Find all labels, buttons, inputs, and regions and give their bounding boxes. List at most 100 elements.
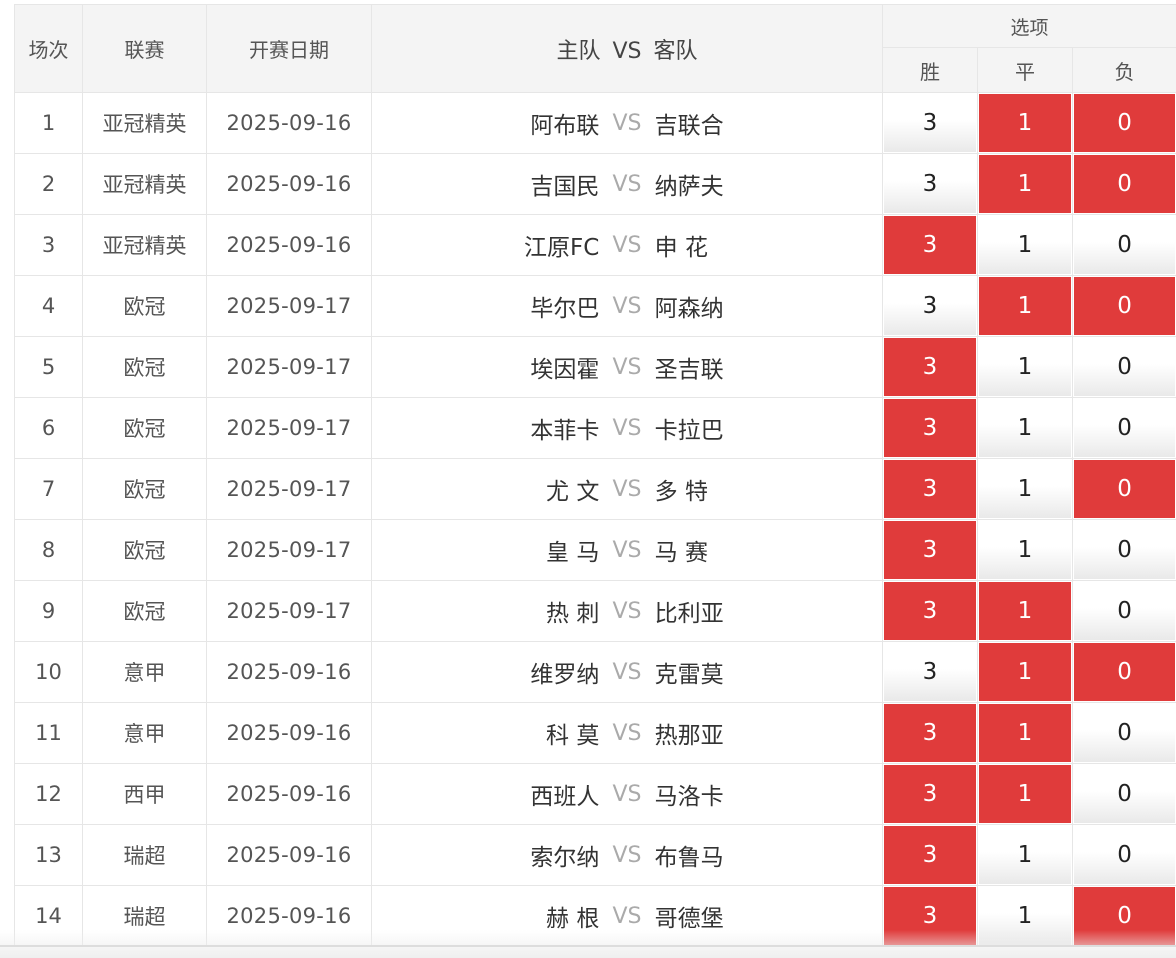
match-date: 2025-09-16 [206, 824, 372, 886]
option-loss-button[interactable]: 0 [1074, 94, 1176, 152]
table-row: 11 意甲 2025-09-16 科 莫 VS 热那亚 3 1 0 [14, 702, 1176, 764]
option-draw-button[interactable]: 1 [979, 521, 1071, 579]
matchup: 热 刺 VS 比利亚 [371, 580, 883, 642]
option-draw-button[interactable]: 1 [979, 216, 1071, 274]
option-win-button[interactable]: 3 [884, 704, 976, 762]
option-draw-button[interactable]: 1 [979, 887, 1071, 945]
match-date: 2025-09-17 [206, 580, 372, 642]
away-team: 比利亚 [654, 601, 724, 627]
header-matchup: 主队 VS 客队 [371, 4, 883, 93]
option-win-button[interactable]: 3 [884, 277, 976, 335]
vs-label: VS [612, 781, 642, 807]
away-team: 马 赛 [654, 540, 708, 566]
table-row: 12 西甲 2025-09-16 西班人 VS 马洛卡 3 1 0 [14, 763, 1176, 825]
match-table: 场次 联赛 开赛日期 主队 VS 客队 选项 胜 平 负 1 亚冠精英 2025-09-… [14, 4, 1176, 947]
option-draw-button[interactable]: 1 [979, 155, 1071, 213]
option-win-button[interactable]: 3 [884, 887, 976, 945]
league-name: 西甲 [82, 763, 207, 825]
match-date: 2025-09-17 [206, 397, 372, 459]
option-draw-button[interactable]: 1 [979, 765, 1071, 823]
option-draw-button[interactable]: 1 [979, 338, 1071, 396]
option-cell-win: 3 [882, 824, 978, 886]
home-team: 维罗纳 [530, 662, 600, 688]
table-row: 6 欧冠 2025-09-17 本菲卡 VS 卡拉巴 3 1 0 [14, 397, 1176, 459]
option-cell-loss: 0 [1071, 580, 1176, 642]
option-loss-button[interactable]: 0 [1074, 582, 1176, 640]
match-date: 2025-09-17 [206, 336, 372, 398]
league-name: 亚冠精英 [82, 214, 207, 276]
table-body: 1 亚冠精英 2025-09-16 阿布联 VS 吉联合 3 1 0 2 亚冠精英 2025-09-1… [14, 92, 1176, 947]
option-cell-win: 3 [882, 641, 978, 703]
option-loss-button[interactable]: 0 [1074, 765, 1176, 823]
option-loss-button[interactable]: 0 [1074, 216, 1176, 274]
home-team: 赫 根 [546, 906, 600, 932]
option-loss-button[interactable]: 0 [1074, 643, 1176, 701]
league-name: 欧冠 [82, 275, 207, 337]
option-draw-button[interactable]: 1 [979, 399, 1071, 457]
option-cell-loss: 0 [1071, 702, 1176, 764]
option-cell-draw: 1 [977, 458, 1073, 520]
option-win-button[interactable]: 3 [884, 399, 976, 457]
option-cell-loss: 0 [1071, 275, 1176, 337]
option-loss-button[interactable]: 0 [1074, 521, 1176, 579]
vs-label: VS [612, 598, 642, 624]
bottom-divider [0, 945, 1176, 947]
home-team: 江原FC [524, 235, 600, 261]
option-cell-loss: 0 [1071, 519, 1176, 581]
option-draw-button[interactable]: 1 [979, 277, 1071, 335]
matchup: 赫 根 VS 哥德堡 [371, 885, 883, 947]
option-win-button[interactable]: 3 [884, 338, 976, 396]
match-date: 2025-09-16 [206, 763, 372, 825]
option-cell-draw: 1 [977, 702, 1073, 764]
option-loss-button[interactable]: 0 [1074, 399, 1176, 457]
vs-label: VS [612, 720, 642, 746]
match-date: 2025-09-16 [206, 702, 372, 764]
option-cell-win: 3 [882, 763, 978, 825]
matchup: 毕尔巴 VS 阿森纳 [371, 275, 883, 337]
header-league: 联赛 [82, 4, 207, 93]
table-row: 7 欧冠 2025-09-17 尤 文 VS 多 特 310 [14, 458, 1176, 520]
option-win-button[interactable]: 3 [884, 643, 976, 701]
option-win-button[interactable]: 3 [884, 765, 976, 823]
option-draw-button[interactable]: 1 [979, 94, 1071, 152]
away-team: 吉联合 [654, 113, 724, 139]
option-cell-draw: 1 [977, 885, 1073, 947]
option-win-button[interactable]: 3 [884, 582, 976, 640]
option-draw-button[interactable]: 1 [979, 582, 1071, 640]
vs-label: VS [612, 354, 642, 380]
option-loss-button[interactable]: 0 [1074, 277, 1176, 335]
option-win-button[interactable]: 3 [884, 521, 976, 579]
option-loss-button[interactable]: 0 [1074, 826, 1176, 884]
match-number: 6 [14, 397, 83, 459]
option-cell-loss: 0 [1071, 92, 1176, 154]
league-name: 亚冠精英 [82, 153, 207, 215]
option-loss-button[interactable]: 0 [1074, 338, 1176, 396]
vs-label: VS [612, 110, 642, 136]
option-draw-button[interactable]: 1 [979, 826, 1071, 884]
option-win-button[interactable]: 3 [884, 94, 976, 152]
option-cell-loss: 0 [1071, 885, 1176, 947]
option-win-button[interactable]: 3 [884, 155, 976, 213]
league-name: 欧冠 [82, 397, 207, 459]
match-number: 2 [14, 153, 83, 215]
option-loss-button[interactable]: 0 [1074, 460, 1176, 518]
table-row: 8 欧冠 2025-09-17 皇 马 VS 马 赛 310 [14, 519, 1176, 581]
option-win-button[interactable]: 3 [884, 216, 976, 274]
matchup: 索尔纳 VS 布鲁马 [371, 824, 883, 886]
option-loss-button[interactable]: 0 [1074, 155, 1176, 213]
league-name: 瑞超 [82, 885, 207, 947]
option-loss-button[interactable]: 0 [1074, 704, 1176, 762]
away-team: 阿森纳 [654, 296, 724, 322]
option-win-button[interactable]: 3 [884, 826, 976, 884]
option-cell-loss: 0 [1071, 214, 1176, 276]
match-number: 12 [14, 763, 83, 825]
option-cell-draw: 1 [977, 153, 1073, 215]
option-draw-button[interactable]: 1 [979, 643, 1071, 701]
vs-label: VS [612, 842, 642, 868]
option-cell-loss: 0 [1071, 824, 1176, 886]
option-cell-draw: 1 [977, 580, 1073, 642]
option-win-button[interactable]: 3 [884, 460, 976, 518]
option-draw-button[interactable]: 1 [979, 460, 1071, 518]
option-loss-button[interactable]: 0 [1074, 887, 1176, 945]
option-draw-button[interactable]: 1 [979, 704, 1071, 762]
